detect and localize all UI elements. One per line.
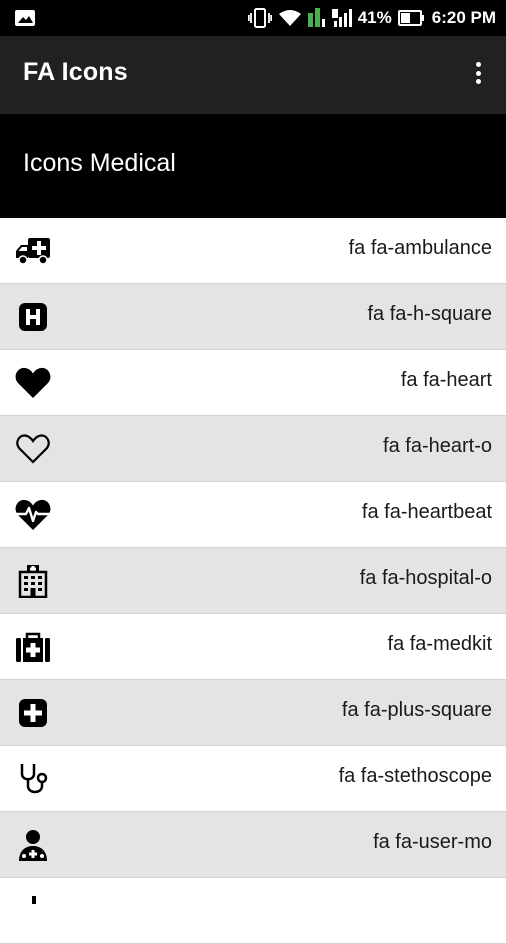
h-square-icon: [14, 298, 52, 336]
battery-icon: [397, 10, 424, 26]
list-item[interactable]: fa fa-plus-square: [0, 680, 506, 746]
status-time: 6:20 PM: [431, 8, 496, 27]
battery-percent: 41%: [357, 8, 392, 27]
status-indicators: 41% 6:20 PM: [247, 0, 496, 36]
heart-icon: [14, 364, 52, 402]
list-item[interactable]: fa fa-stethoscope: [0, 746, 506, 812]
list-item-partial[interactable]: [0, 878, 506, 944]
list-item[interactable]: fa fa-heart-o: [0, 416, 506, 482]
medkit-icon: [14, 628, 52, 666]
hospital-icon: [14, 562, 52, 600]
icon-class-label: fa fa-plus-square: [341, 699, 492, 721]
gallery-icon: [15, 10, 35, 26]
stethoscope-icon: [14, 760, 52, 798]
icon-class-label: fa fa-hospital-o: [359, 567, 492, 589]
heartbeat-icon: [14, 496, 52, 534]
overflow-menu-button[interactable]: [468, 58, 488, 88]
icon-class-label: fa fa-heart-o: [383, 435, 492, 457]
list-item[interactable]: fa fa-h-square: [0, 284, 506, 350]
list-item[interactable]: fa fa-heartbeat: [0, 482, 506, 548]
more-dots-icon: [475, 70, 481, 76]
icon-class-label: fa fa-medkit: [387, 633, 492, 655]
section-title: Icons Medical: [23, 149, 176, 177]
list-item[interactable]: fa fa-heart: [0, 350, 506, 416]
app-bar: FA Icons: [0, 36, 506, 114]
plus-square-icon: [14, 694, 52, 732]
list-item[interactable]: fa fa-user-mo: [0, 812, 506, 878]
wifi-icon: [278, 10, 301, 26]
user-md-icon: [14, 826, 52, 864]
app-title: FA Icons: [23, 58, 128, 86]
ambulance-icon: [14, 232, 52, 270]
partial-icon: [14, 892, 52, 930]
icon-class-label: fa fa-h-square: [367, 303, 492, 325]
heart-outline-icon: [14, 430, 52, 468]
icon-class-label: fa fa-heart: [400, 369, 492, 391]
vibrate-icon: [247, 8, 272, 28]
icon-class-label: fa fa-stethoscope: [338, 765, 492, 787]
signal-icon: [307, 8, 352, 27]
list-item[interactable]: fa fa-ambulance: [0, 218, 506, 284]
icon-class-label: fa fa-user-mo: [373, 831, 492, 853]
list-item[interactable]: fa fa-medkit: [0, 614, 506, 680]
icon-class-label: fa fa-ambulance: [348, 237, 492, 259]
list-item[interactable]: fa fa-hospital-o: [0, 548, 506, 614]
section-header: Icons Medical: [0, 114, 506, 218]
icon-list: fa fa-ambulance fa fa-h-square fa fa-hea…: [0, 218, 506, 944]
icon-class-label: fa fa-heartbeat: [361, 501, 492, 523]
more-dots-icon: [475, 62, 481, 67]
status-bar: 41% 6:20 PM: [0, 0, 506, 36]
more-dots-icon: [475, 79, 481, 84]
